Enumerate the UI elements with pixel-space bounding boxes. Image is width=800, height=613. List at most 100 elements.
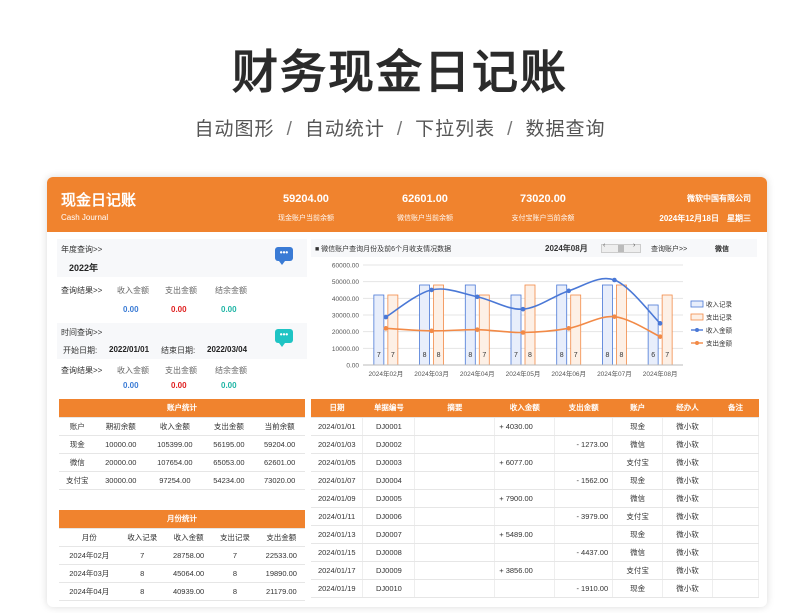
expense-amount-line-point[interactable] bbox=[383, 326, 389, 331]
table-cell[interactable]: DJ0006 bbox=[362, 507, 416, 526]
column-header[interactable]: 账户 bbox=[59, 417, 96, 436]
table-cell[interactable]: 微小软 bbox=[662, 489, 714, 508]
table-row[interactable]: 2024/01/11 DJ0006 - 3979.00 支付宝 微小软 bbox=[311, 507, 759, 526]
table-cell[interactable] bbox=[554, 525, 614, 544]
income-amount-line-point[interactable] bbox=[429, 287, 434, 293]
table-cell[interactable] bbox=[554, 561, 614, 580]
column-header[interactable]: 收入金额 bbox=[164, 528, 213, 547]
table-cell[interactable]: - 1273.00 bbox=[554, 435, 614, 454]
table-cell[interactable]: - 1562.00 bbox=[554, 471, 614, 490]
table-cell[interactable]: 2024/01/15 bbox=[311, 543, 364, 562]
column-header[interactable]: 经办人 bbox=[662, 399, 713, 418]
table-cell[interactable] bbox=[554, 417, 614, 436]
table-cell[interactable]: DJ0009 bbox=[362, 561, 416, 580]
table-cell[interactable]: - 3979.00 bbox=[554, 507, 614, 526]
table-row[interactable]: 2024年04月 8 40939.00 8 21179.00 bbox=[59, 582, 305, 601]
table-cell[interactable]: 7 bbox=[119, 546, 165, 565]
chat-bubble-icon[interactable]: ••• bbox=[275, 247, 293, 265]
income-amount-line-point[interactable] bbox=[566, 288, 572, 294]
column-header[interactable]: 账户 bbox=[612, 399, 663, 418]
income-amount-line-point[interactable] bbox=[657, 321, 663, 326]
table-row[interactable]: 2024年02月 7 28758.00 7 22533.00 bbox=[59, 546, 305, 565]
income-amount-line-point[interactable] bbox=[383, 314, 389, 320]
table-cell[interactable] bbox=[712, 579, 759, 598]
table-cell[interactable]: 22533.00 bbox=[257, 546, 305, 565]
end-date-input[interactable]: 2022/03/04 bbox=[207, 345, 247, 354]
table-cell[interactable]: 微信 bbox=[612, 435, 664, 454]
table-cell[interactable] bbox=[414, 507, 496, 526]
table-cell[interactable]: 45064.00 bbox=[164, 564, 213, 583]
table-cell[interactable]: 28758.00 bbox=[164, 546, 213, 565]
table-row[interactable]: 支付宝 30000.00 97254.00 54234.00 73020.00 bbox=[59, 471, 305, 490]
table-cell[interactable]: DJ0001 bbox=[362, 417, 416, 436]
column-header[interactable]: 期初余额 bbox=[95, 417, 147, 436]
table-cell[interactable]: 支付宝 bbox=[612, 453, 664, 472]
table-cell[interactable]: 8 bbox=[212, 582, 258, 601]
expense-amount-line-point[interactable] bbox=[657, 334, 663, 339]
table-cell[interactable]: 微小软 bbox=[662, 507, 714, 526]
table-cell[interactable]: DJ0007 bbox=[362, 525, 416, 544]
table-cell[interactable] bbox=[494, 579, 556, 598]
table-cell[interactable]: DJ0008 bbox=[362, 543, 416, 562]
table-cell[interactable]: DJ0002 bbox=[362, 435, 416, 454]
income-amount-line-point[interactable] bbox=[520, 306, 526, 312]
expense-amount-line-point[interactable] bbox=[612, 314, 617, 319]
table-cell[interactable]: 微小软 bbox=[662, 471, 714, 490]
table-cell[interactable]: 20000.00 bbox=[95, 453, 147, 472]
table-cell[interactable]: 21179.00 bbox=[257, 582, 305, 601]
table-cell[interactable]: 现金 bbox=[59, 435, 96, 454]
table-cell[interactable]: 62601.00 bbox=[254, 453, 305, 472]
table-cell[interactable]: 微小软 bbox=[662, 579, 714, 598]
table-cell[interactable]: 微小软 bbox=[662, 453, 714, 472]
table-cell[interactable]: 支付宝 bbox=[612, 507, 664, 526]
column-header[interactable]: 支出金额 bbox=[257, 528, 305, 547]
table-row[interactable]: 2024/01/17 DJ0009 + 3856.00 支付宝 微小软 bbox=[311, 561, 759, 580]
table-cell[interactable]: 2024/01/07 bbox=[311, 471, 364, 490]
table-row[interactable]: 2024/01/05 DJ0003 + 6077.00 支付宝 微小软 bbox=[311, 453, 759, 472]
table-row[interactable]: 2024/01/01 DJ0001 + 4030.00 现金 微小软 bbox=[311, 417, 759, 436]
table-cell[interactable]: 2024年04月 bbox=[59, 582, 120, 601]
table-cell[interactable] bbox=[554, 489, 614, 508]
table-cell[interactable]: + 6077.00 bbox=[494, 453, 556, 472]
income-amount-line-point[interactable] bbox=[474, 294, 480, 300]
scrollbar-thumb[interactable] bbox=[618, 245, 624, 252]
table-cell[interactable]: 微小软 bbox=[662, 435, 714, 454]
column-header[interactable]: 收入记录 bbox=[119, 528, 165, 547]
table-cell[interactable]: 微信 bbox=[612, 489, 664, 508]
table-cell[interactable]: + 5489.00 bbox=[494, 525, 556, 544]
table-row[interactable]: 微信 20000.00 107654.00 65053.00 62601.00 bbox=[59, 453, 305, 472]
table-cell[interactable]: 现金 bbox=[612, 471, 664, 490]
column-header[interactable]: 日期 bbox=[311, 399, 363, 418]
table-cell[interactable]: 微小软 bbox=[662, 561, 714, 580]
table-row[interactable]: 2024/01/15 DJ0008 - 4437.00 微信 微小软 bbox=[311, 543, 759, 562]
table-cell[interactable]: 8 bbox=[119, 582, 165, 601]
table-cell[interactable]: 2024/01/05 bbox=[311, 453, 364, 472]
table-cell[interactable]: 2024/01/19 bbox=[311, 579, 364, 598]
table-cell[interactable]: 微小软 bbox=[662, 417, 714, 436]
chevron-left-icon[interactable]: ‹ bbox=[603, 242, 605, 249]
table-cell[interactable]: 现金 bbox=[612, 417, 664, 436]
table-row[interactable]: 2024/01/09 DJ0005 + 7900.00 微信 微小软 bbox=[311, 489, 759, 508]
table-cell[interactable] bbox=[554, 453, 614, 472]
table-cell[interactable]: 8 bbox=[119, 564, 165, 583]
table-cell[interactable] bbox=[494, 471, 556, 490]
table-cell[interactable] bbox=[414, 579, 496, 598]
table-cell[interactable]: 微信 bbox=[59, 453, 96, 472]
column-header[interactable]: 收入金额 bbox=[494, 399, 555, 418]
table-cell[interactable]: 2024年03月 bbox=[59, 564, 120, 583]
table-cell[interactable]: + 3856.00 bbox=[494, 561, 556, 580]
table-cell[interactable] bbox=[414, 525, 496, 544]
table-cell[interactable]: + 7900.00 bbox=[494, 489, 556, 508]
table-cell[interactable] bbox=[712, 489, 759, 508]
table-row[interactable]: 2024/01/07 DJ0004 - 1562.00 现金 微小软 bbox=[311, 471, 759, 490]
table-cell[interactable]: 2024/01/13 bbox=[311, 525, 364, 544]
table-cell[interactable]: 2024/01/09 bbox=[311, 489, 364, 508]
table-cell[interactable]: 2024/01/17 bbox=[311, 561, 364, 580]
table-row[interactable]: 现金 10000.00 105399.00 56195.00 59204.00 bbox=[59, 435, 305, 454]
table-row[interactable]: 2024/01/13 DJ0007 + 5489.00 现金 微小软 bbox=[311, 525, 759, 544]
chat-bubble-icon[interactable]: ••• bbox=[275, 329, 293, 347]
table-cell[interactable] bbox=[414, 561, 496, 580]
table-cell[interactable]: 2024/01/11 bbox=[311, 507, 364, 526]
table-cell[interactable]: 2024/01/01 bbox=[311, 417, 364, 436]
table-cell[interactable]: 59204.00 bbox=[254, 435, 305, 454]
